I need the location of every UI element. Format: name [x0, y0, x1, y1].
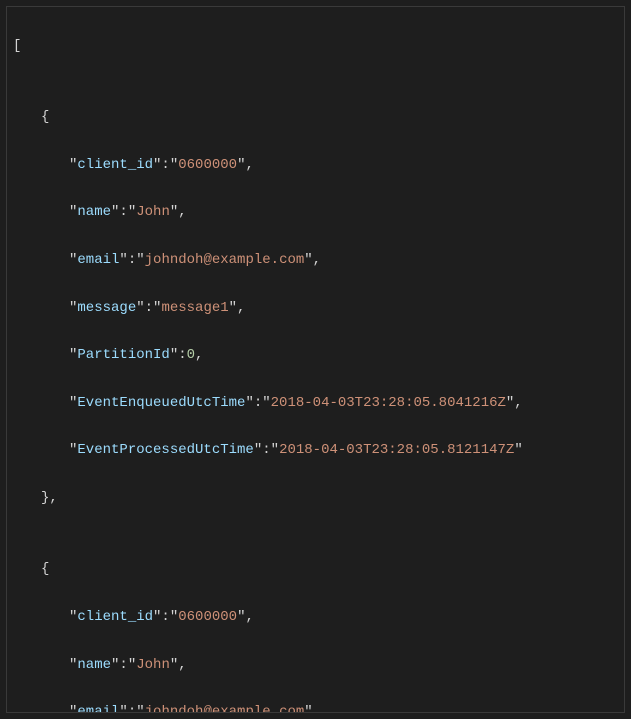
json-property: "email":"johndoh@example.com",	[13, 249, 618, 273]
object-close: },	[13, 487, 618, 511]
json-property: "client_id":"0600000",	[13, 154, 618, 178]
json-property: "name":"John",	[13, 201, 618, 225]
json-property: "PartitionId":0,	[13, 344, 618, 368]
object-open: {	[13, 106, 618, 130]
json-property: "message":"message1",	[13, 297, 618, 321]
json-property: "email":"johndoh@example.com",	[13, 701, 618, 713]
json-property: "name":"John",	[13, 654, 618, 678]
json-editor: [ { "client_id":"0600000", "name":"John"…	[6, 6, 625, 713]
array-open: [	[13, 35, 618, 59]
json-property: "EventProcessedUtcTime":"2018-04-03T23:2…	[13, 439, 618, 463]
json-property: "EventEnqueuedUtcTime":"2018-04-03T23:28…	[13, 392, 618, 416]
json-property: "client_id":"0600000",	[13, 606, 618, 630]
object-open: {	[13, 558, 618, 582]
